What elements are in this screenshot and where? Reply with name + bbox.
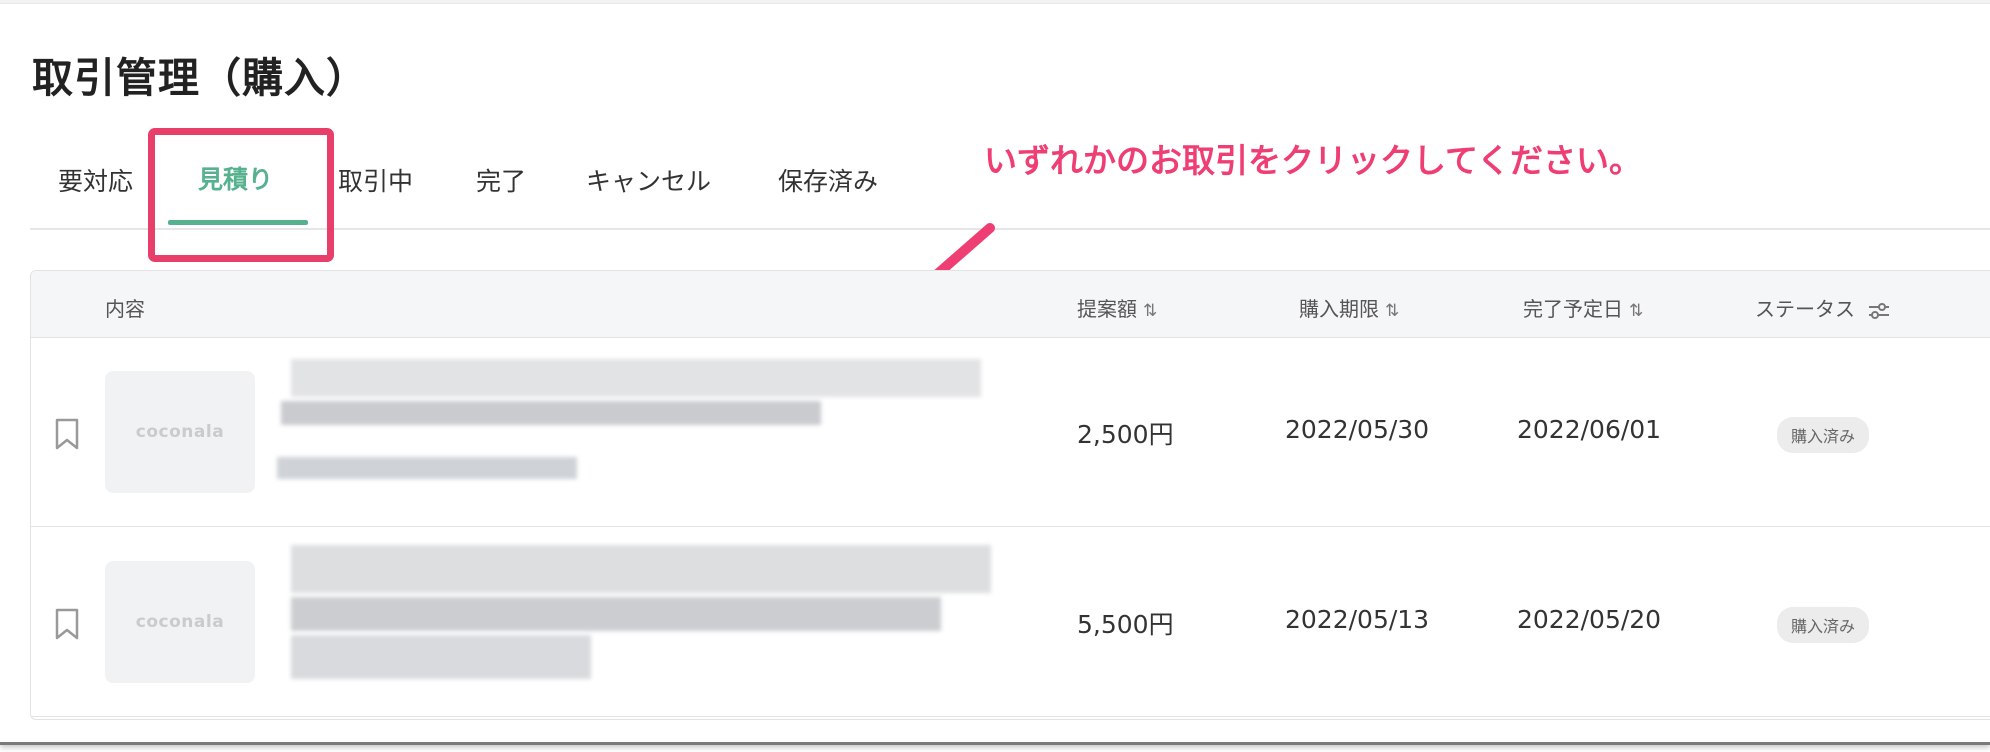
table-header: 内容 提案額 ⇅ 購入期限 ⇅ 完了予定日 ⇅ ステータス [31, 271, 1990, 338]
sort-icon[interactable]: ⇅ [1629, 301, 1643, 321]
sort-icon[interactable]: ⇅ [1385, 301, 1399, 321]
tab-saved[interactable]: 保存済み [778, 162, 878, 198]
status-badge: 購入済み [1777, 417, 1870, 453]
completion-date-value: 2022/06/01 [1517, 415, 1662, 444]
service-thumbnail[interactable]: coconala [105, 371, 255, 493]
header-status[interactable]: ステータス [1755, 293, 1891, 322]
purchase-deadline-value: 2022/05/13 [1285, 605, 1430, 634]
service-thumbnail[interactable]: coconala [105, 561, 255, 683]
filter-icon[interactable] [1867, 302, 1891, 320]
header-completion-date[interactable]: 完了予定日 ⇅ [1523, 293, 1643, 322]
tab-action-required[interactable]: 要対応 [58, 162, 133, 198]
window-top-edge [0, 0, 1990, 4]
tab-in-progress[interactable]: 取引中 [338, 162, 413, 198]
page-title: 取引管理（購入） [32, 54, 368, 102]
table-row[interactable]: coconala 5,500円 2022/05/13 2022/05/20 購入… [31, 527, 1990, 717]
completion-date-value: 2022/05/20 [1517, 605, 1662, 634]
thumbnail-logo-text: coconala [135, 612, 225, 632]
header-amount-label: 提案額 [1077, 297, 1137, 321]
header-purchase-deadline[interactable]: 購入期限 ⇅ [1299, 293, 1399, 322]
header-completion-date-label: 完了予定日 [1523, 297, 1623, 321]
tab-completed[interactable]: 完了 [476, 162, 526, 198]
table-row[interactable]: coconala 2,500円 2022/05/30 2022/06/01 購入… [31, 337, 1990, 527]
bookmark-icon[interactable] [53, 417, 81, 451]
app-window: 取引管理（購入） 要対応 見積り 取引中 完了 キャンセル 保存済み いずれかの… [0, 0, 1990, 745]
header-purchase-deadline-label: 購入期限 [1299, 297, 1379, 321]
status-badge: 購入済み [1777, 607, 1870, 643]
purchase-deadline-value: 2022/05/30 [1285, 415, 1430, 444]
header-status-label: ステータス [1755, 297, 1855, 321]
tab-cancelled[interactable]: キャンセル [586, 162, 711, 198]
annotation-highlight-box [148, 128, 334, 262]
amount-value: 5,500円 [1077, 610, 1174, 639]
header-content: 内容 [105, 297, 145, 321]
amount-value: 2,500円 [1077, 420, 1174, 449]
transactions-table: 内容 提案額 ⇅ 購入期限 ⇅ 完了予定日 ⇅ ステータス coconala 2… [30, 270, 1990, 720]
thumbnail-logo-text: coconala [135, 422, 225, 442]
annotation-text: いずれかのお取引をクリックしてください。 [984, 141, 1643, 180]
header-amount[interactable]: 提案額 ⇅ [1077, 293, 1157, 322]
bookmark-icon[interactable] [53, 607, 81, 641]
sort-icon[interactable]: ⇅ [1143, 301, 1157, 321]
